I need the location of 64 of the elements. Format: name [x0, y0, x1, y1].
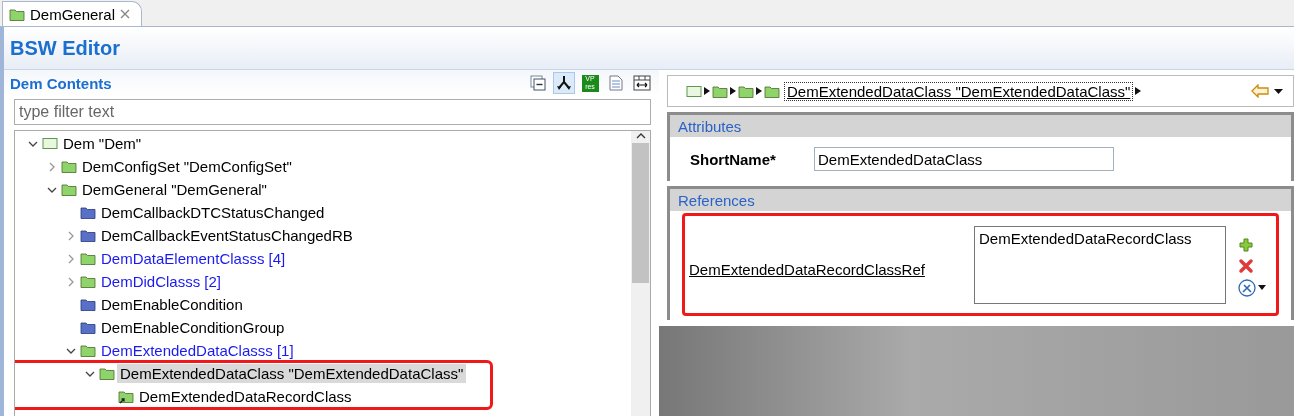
add-icon[interactable] — [1238, 236, 1254, 253]
tree-item[interactable]: DemDidClasss [2] — [98, 272, 225, 291]
triangle-right-icon[interactable] — [1135, 86, 1142, 96]
folder-icon — [99, 367, 115, 380]
tree-item[interactable]: DemConfigSet "DemConfigSet" — [79, 157, 295, 176]
chevron-right-icon[interactable] — [66, 253, 75, 264]
filter-field[interactable]: type filter text — [14, 99, 651, 125]
tree-item[interactable]: DemDataElementClasss [4] — [98, 249, 289, 268]
dropdown-caret-icon[interactable] — [1271, 86, 1285, 96]
dropdown-caret-icon[interactable] — [1258, 284, 1266, 291]
scroll-up-icon[interactable] — [634, 131, 647, 141]
tree-item[interactable]: DemExtendedDataClasss [1] — [98, 341, 297, 360]
folder-icon — [80, 298, 96, 311]
scrollbar-thumb[interactable] — [632, 143, 649, 283]
chevron-down-icon[interactable] — [65, 346, 76, 355]
triangle-right-icon[interactable] — [756, 86, 762, 96]
chevron-down-icon[interactable] — [84, 369, 95, 378]
folder-icon — [80, 206, 96, 219]
chevron-down-icon[interactable] — [27, 139, 38, 148]
reference-link[interactable]: DemExtendedDataRecordClassRef — [689, 251, 974, 278]
folder-icon — [80, 252, 96, 265]
list-item[interactable]: DemExtendedDataRecordClass — [979, 229, 1221, 247]
tree-item[interactable]: DemEnableCondition — [98, 295, 246, 314]
editor-tab[interactable]: DemGeneral — [2, 1, 142, 26]
tab-label: DemGeneral — [30, 5, 116, 23]
chevron-right-icon[interactable] — [47, 161, 56, 172]
tree-item[interactable]: DemEnableConditionGroup — [98, 318, 288, 337]
folder-icon — [9, 7, 25, 21]
reference-list[interactable]: DemExtendedDataRecordClass — [974, 225, 1226, 304]
panel-title: Dem Contents — [10, 74, 112, 92]
reference-folder-icon — [118, 389, 134, 404]
folder-icon — [80, 344, 96, 357]
folder-icon — [80, 229, 96, 242]
delete-icon[interactable] — [1238, 257, 1254, 274]
tree-item[interactable]: DemExtendedDataRecordClass — [136, 387, 355, 406]
breadcrumb-link[interactable]: DemExtendedDataClass "DemExtendedDataClass" — [784, 81, 1134, 101]
folder-icon — [712, 84, 728, 98]
close-icon[interactable] — [120, 9, 131, 19]
folder-icon — [764, 84, 780, 98]
module-icon — [686, 84, 702, 98]
section-title: Attributes — [670, 115, 1291, 137]
module-icon — [42, 137, 58, 150]
folder-icon — [80, 275, 96, 288]
folder-icon — [61, 183, 77, 196]
chevron-down-icon[interactable] — [46, 185, 57, 194]
chevron-right-icon[interactable] — [66, 276, 75, 287]
tree-item[interactable]: DemGeneral "DemGeneral" — [79, 180, 270, 199]
table-columns-icon[interactable] — [633, 75, 651, 91]
tree-item[interactable]: Dem "Dem" — [60, 134, 145, 153]
folder-icon — [738, 84, 754, 98]
section-title: References — [670, 189, 1291, 211]
field-label: ShortName* — [690, 150, 777, 168]
tree-item[interactable]: DemCallbackDTCStatusChanged — [98, 203, 328, 222]
collapse-all-icon[interactable] — [530, 75, 546, 91]
tree-item[interactable]: DemExtendedDataClass "DemExtendedDataClass" — [117, 364, 467, 383]
shortname-field[interactable]: DemExtendedDataClass — [814, 147, 1114, 171]
scrollbar[interactable] — [631, 131, 650, 416]
document-icon[interactable] — [609, 75, 623, 91]
triangle-right-icon[interactable] — [704, 86, 710, 96]
tree-item[interactable]: DemCallbackEventStatusChangedRB — [98, 226, 356, 245]
folder-icon — [80, 321, 96, 334]
triangle-right-icon[interactable] — [730, 86, 736, 96]
folder-icon — [61, 160, 77, 173]
chevron-right-icon[interactable] — [66, 230, 75, 241]
